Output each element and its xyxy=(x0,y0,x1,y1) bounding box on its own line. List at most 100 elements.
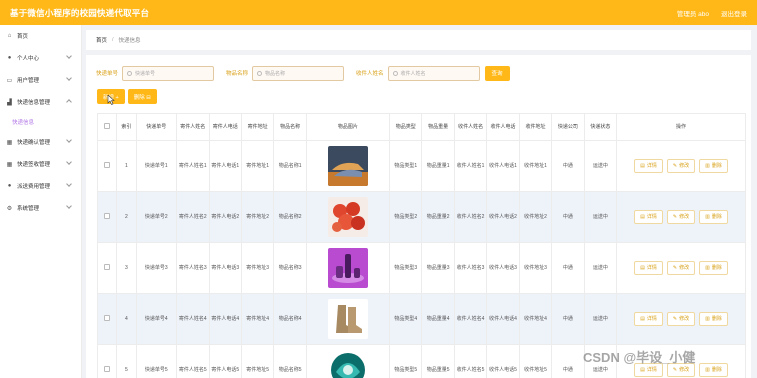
chevron-down-icon xyxy=(66,137,72,143)
sidebar-item-home[interactable]: ⌂ 首页 xyxy=(0,25,81,47)
sidebar-item-delivery-fee[interactable]: ● 派送费用管理 xyxy=(0,175,81,197)
search-icon xyxy=(127,70,133,76)
table-cell: 运送中 xyxy=(583,293,618,345)
row-select[interactable] xyxy=(96,293,118,345)
table-cell: 寄件地址1 xyxy=(240,140,275,192)
sidebar-item-express-sign[interactable]: ▦ 快递签收管理 xyxy=(0,153,81,175)
sidebar-item-label: 快递确认管理 xyxy=(17,140,51,146)
table-cell: 中通 xyxy=(551,293,585,345)
sidebar-subitem-express-info[interactable]: 快递信息 xyxy=(0,113,81,131)
logout-link[interactable]: 退出登录 xyxy=(721,8,747,18)
breadcrumb: 首页 / 快递信息 xyxy=(86,30,751,50)
row-checkbox[interactable] xyxy=(104,212,111,219)
row-delete-button[interactable]: ▥ 删除 xyxy=(699,363,728,377)
edit-button[interactable]: ✎ 修改 xyxy=(666,312,696,326)
row-select[interactable] xyxy=(96,344,118,378)
table-cell: 中通 xyxy=(551,344,585,378)
chart-icon: ▟ xyxy=(7,99,12,106)
table-row[interactable]: 3 快递单号3 寄件人姓名3 寄件人电话3 寄件地址3 物品名称3 物品类型3 物品重量3 收件… xyxy=(96,242,746,294)
table-cell: 寄件人姓名3 xyxy=(176,242,210,294)
row-delete-button[interactable]: ▥ 删除 xyxy=(699,261,728,275)
table-cell: 物品类型4 xyxy=(388,293,423,345)
edit-button[interactable]: ✎ 修改 xyxy=(666,159,696,173)
table-cell: 中通 xyxy=(551,140,585,192)
query-button[interactable]: 查询 xyxy=(484,65,510,81)
table-cell: 收件人姓名2 xyxy=(453,191,488,243)
table-cell: 快递单号4 xyxy=(135,293,178,345)
header-cell: 快递单号 xyxy=(135,113,178,141)
detail-button[interactable]: ▤ 详情 xyxy=(634,159,663,173)
tracking-no-input[interactable]: 快递单号 xyxy=(122,65,215,81)
main-content: 首页 / 快递信息 快递单号 快递单号 物品名称 物品名称 收件人姓名 收件人姓… xyxy=(86,30,751,378)
edit-button[interactable]: ✎ 修改 xyxy=(666,210,696,224)
top-bar: 基于微信小程序的校园快递代取平台 管理员 abo 退出登录 xyxy=(0,0,757,25)
table-row[interactable]: 2 快递单号2 寄件人姓名2 寄件人电话2 寄件地址2 物品名称2 物品类型2 物品重量2 收件… xyxy=(96,191,746,243)
header-select-all[interactable] xyxy=(96,113,118,141)
item-name-input[interactable]: 物品名称 xyxy=(252,65,345,81)
row-delete-button[interactable]: ▥ 删除 xyxy=(699,159,728,173)
detail-button[interactable]: ▤ 详情 xyxy=(634,312,663,326)
table-row[interactable]: 4 快递单号4 寄件人姓名4 寄件人电话4 寄件地址4 物品名称4 物品类型4 物品重量4 收件… xyxy=(96,293,746,345)
breadcrumb-current: 快递信息 xyxy=(118,38,141,44)
header-cell: 快递公司 xyxy=(551,113,585,141)
table-cell: 运送中 xyxy=(583,191,618,243)
table-header-row: 索引 快递单号 寄件人姓名 寄件人电话 寄件地址 物品名称 物品图片 物品类型 … xyxy=(96,113,746,141)
detail-icon: ▤ xyxy=(640,367,645,373)
sidebar-item-profile[interactable]: ● 个人中心 xyxy=(0,47,81,69)
row-select[interactable] xyxy=(96,140,118,192)
mouse-cursor-icon xyxy=(107,95,115,105)
table-cell: 物品名称2 xyxy=(273,191,307,243)
users-icon: ▭ xyxy=(6,77,13,84)
header-cell: 收件人电话 xyxy=(486,113,520,141)
row-select[interactable] xyxy=(96,242,118,294)
row-select[interactable] xyxy=(96,191,118,243)
table-cell: 寄件人电话4 xyxy=(208,293,242,345)
table-cell: 运送中 xyxy=(583,242,618,294)
detail-button[interactable]: ▤ 详情 xyxy=(634,210,663,224)
item-photo xyxy=(305,293,390,345)
row-index: 3 xyxy=(116,242,137,294)
table-cell: 快递单号3 xyxy=(135,242,178,294)
edit-button-label: 修改 xyxy=(679,316,690,322)
sidebar-item-users[interactable]: ▭ 用户管理 xyxy=(0,69,81,91)
select-all-checkbox[interactable] xyxy=(104,122,111,129)
detail-button-label: 详情 xyxy=(646,163,657,169)
detail-button[interactable]: ▤ 详情 xyxy=(634,261,663,275)
header-cell: 收件人姓名 xyxy=(453,113,488,141)
sidebar-item-label: 快递签收管理 xyxy=(17,162,51,168)
recipient-name-input[interactable]: 收件人姓名 xyxy=(387,65,480,81)
edit-button[interactable]: ✎ 修改 xyxy=(666,261,696,275)
row-delete-button[interactable]: ▥ 删除 xyxy=(699,312,728,326)
table-cell: 物品类型2 xyxy=(388,191,423,243)
row-checkbox[interactable] xyxy=(104,263,111,270)
row-checkbox[interactable] xyxy=(104,314,111,321)
content-panel: 快递单号 快递单号 物品名称 物品名称 收件人姓名 收件人姓名 查询 新增 + … xyxy=(86,55,751,378)
table-cell: 物品重量2 xyxy=(421,191,455,243)
item-photo xyxy=(305,191,390,243)
chevron-up-icon xyxy=(66,99,72,105)
chevron-down-icon xyxy=(66,75,72,81)
sidebar-item-express-info[interactable]: ▟ 快递信息管理 xyxy=(0,91,81,113)
sidebar-item-express-confirm[interactable]: ▦ 快递确认管理 xyxy=(0,131,81,153)
sidebar-item-label: 快递信息管理 xyxy=(17,100,51,106)
row-checkbox[interactable] xyxy=(104,161,111,168)
search-label-tracking-no: 快递单号 xyxy=(96,71,119,77)
trash-icon: ▥ xyxy=(705,163,710,169)
detail-icon: ▤ xyxy=(640,163,645,169)
table-cell: 物品重量3 xyxy=(421,242,455,294)
table-cell: 收件地址4 xyxy=(518,293,553,345)
edit-icon: ✎ xyxy=(672,367,678,373)
row-checkbox[interactable] xyxy=(104,365,111,372)
table-row[interactable]: 1 快递单号1 寄件人姓名1 寄件人电话1 寄件地址1 物品名称1 物品类型1 物品重量1 收件… xyxy=(96,140,746,192)
row-delete-button[interactable]: ▥ 删除 xyxy=(699,210,728,224)
header-cell: 物品图片 xyxy=(305,113,390,141)
query-button-label: 查询 xyxy=(491,71,503,77)
table-cell: 运送中 xyxy=(583,140,618,192)
chevron-down-icon xyxy=(66,53,72,59)
breadcrumb-home[interactable]: 首页 xyxy=(96,36,107,44)
grid-icon: ▦ xyxy=(6,139,13,146)
sidebar-item-system[interactable]: ⚙ 系统管理 xyxy=(0,197,81,219)
table-cell: 收件人姓名5 xyxy=(453,344,488,378)
edit-icon: ✎ xyxy=(672,316,678,322)
delete-button[interactable]: 删除 ⊟ xyxy=(127,89,157,104)
